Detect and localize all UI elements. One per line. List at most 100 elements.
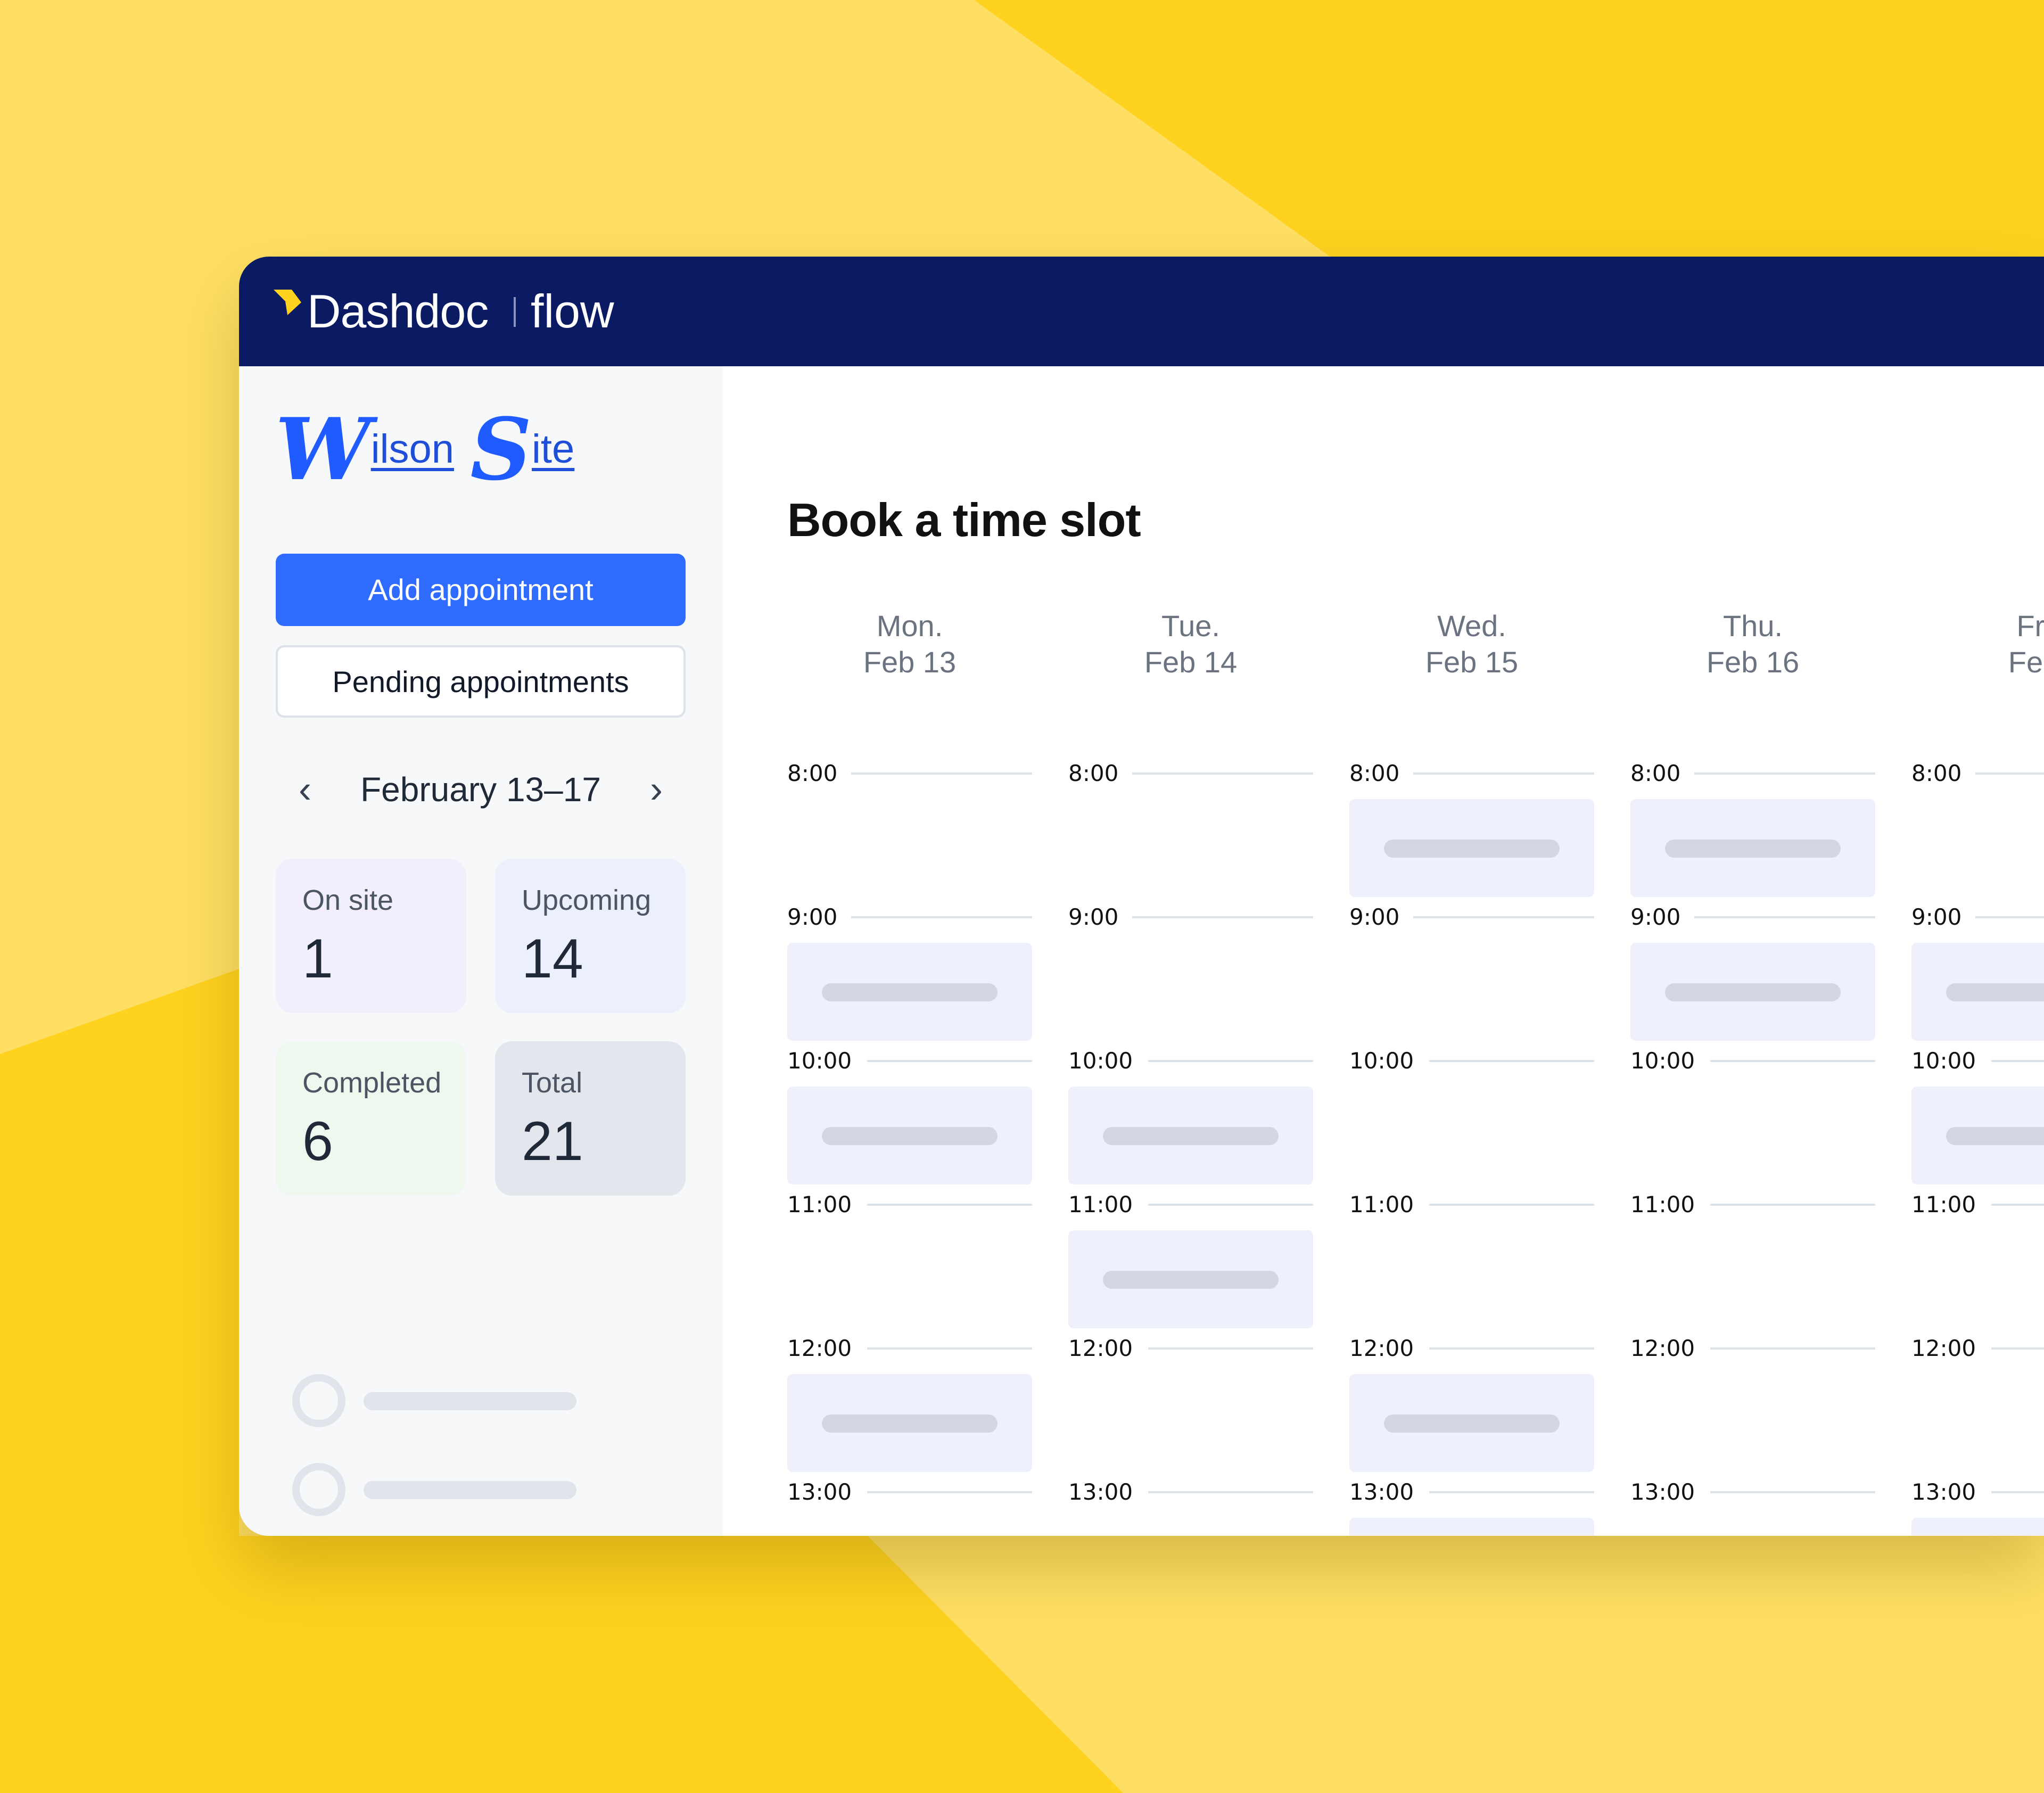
hour-label: 12:00	[1068, 1335, 1133, 1361]
placeholder-circle-icon	[292, 1374, 345, 1427]
slot-placeholder-bar	[1103, 1127, 1279, 1145]
time-slot[interactable]	[1630, 799, 1875, 897]
day-name: Fri	[2016, 609, 2044, 643]
stat-value: 6	[302, 1111, 333, 1172]
hour-divider	[1991, 1204, 2044, 1206]
slot-placeholder-bar	[822, 983, 998, 1001]
hour-divider	[1413, 916, 1594, 918]
chevron-left-icon[interactable]: ‹	[276, 760, 334, 819]
day-column-header: FriFeb	[1911, 608, 2044, 680]
brand-name[interactable]: Dashdoc	[307, 282, 489, 341]
hour-label: 10:00	[1068, 1048, 1133, 1074]
hour-label: 9:00	[1068, 904, 1119, 930]
time-slot[interactable]	[1911, 943, 2044, 1041]
day-date: Feb 14	[1144, 645, 1238, 679]
time-slot[interactable]	[787, 1374, 1032, 1472]
hour-label: 12:00	[787, 1335, 852, 1361]
hour-row: 12:00	[1911, 1333, 2044, 1364]
slot-placeholder-bar	[1665, 840, 1841, 858]
time-slot[interactable]	[1349, 1518, 1594, 1536]
hour-row: 8:00	[1349, 758, 1594, 789]
day-name: Mon.	[876, 609, 943, 643]
hour-label: 9:00	[1349, 904, 1400, 930]
hour-row: 9:00	[787, 901, 1032, 933]
time-slot[interactable]	[787, 943, 1032, 1041]
site-logo-s-rest: ite	[532, 426, 575, 472]
hour-label: 13:00	[1911, 1479, 1976, 1505]
hour-label: 12:00	[1349, 1335, 1414, 1361]
hour-row: 10:00	[1349, 1045, 1594, 1077]
hour-divider	[851, 916, 1032, 918]
hour-row: 13:00	[1630, 1476, 1875, 1508]
sidebar: Wilson Site Add appointment Pending appo…	[239, 366, 723, 1536]
hour-label: 12:00	[1911, 1335, 1976, 1361]
product-name: flow	[531, 285, 614, 338]
time-slot[interactable]	[1349, 799, 1594, 897]
hour-row: 11:00	[1349, 1189, 1594, 1221]
hour-divider	[1132, 916, 1313, 918]
hour-row: 11:00	[1911, 1189, 2044, 1221]
hour-row: 11:00	[1068, 1189, 1313, 1221]
day-name: Tue.	[1161, 609, 1220, 643]
hour-label: 13:00	[787, 1479, 852, 1505]
hour-label: 8:00	[1630, 760, 1681, 786]
stat-card-completed[interactable]: Completed 6	[276, 1041, 466, 1196]
hour-row: 13:00	[787, 1476, 1032, 1508]
hour-divider	[867, 1204, 1032, 1206]
chevron-right-icon[interactable]: ›	[627, 760, 686, 819]
placeholder-bar	[364, 1481, 576, 1499]
brand-chevron-icon	[274, 290, 301, 315]
time-slot[interactable]	[1911, 1087, 2044, 1185]
hour-row: 13:00	[1068, 1476, 1313, 1508]
hour-row: 9:00	[1630, 901, 1875, 933]
time-slot[interactable]	[1068, 1087, 1313, 1185]
site-logo-w-initial: W	[275, 399, 371, 499]
time-slot[interactable]	[787, 1087, 1032, 1185]
hour-label: 10:00	[787, 1048, 852, 1074]
day-name: Thu.	[1722, 609, 1783, 643]
add-appointment-button[interactable]: Add appointment	[276, 554, 686, 626]
hour-label: 9:00	[1630, 904, 1681, 930]
hour-divider	[1991, 1060, 2044, 1062]
day-column-header: Wed. Feb 15	[1349, 608, 1594, 680]
site-logo-s-initial: S	[470, 399, 532, 499]
stat-card-on-site[interactable]: On site 1	[276, 859, 466, 1013]
hour-divider	[867, 1491, 1032, 1493]
hour-label: 11:00	[1349, 1191, 1414, 1218]
time-slot[interactable]	[1630, 943, 1875, 1041]
day-column-header: Tue. Feb 14	[1068, 608, 1313, 680]
stat-card-upcoming[interactable]: Upcoming 14	[495, 859, 686, 1013]
day-date: Feb 15	[1425, 645, 1519, 679]
stat-label: On site	[302, 884, 394, 916]
time-slot[interactable]	[1349, 1374, 1594, 1472]
time-slot[interactable]	[1068, 1230, 1313, 1328]
hour-label: 13:00	[1068, 1479, 1133, 1505]
hour-divider	[1694, 772, 1875, 775]
stat-card-total[interactable]: Total 21	[495, 1041, 686, 1196]
week-range-label: February 13–17	[360, 770, 601, 809]
day-column-header: Thu. Feb 16	[1630, 608, 1875, 680]
hour-row: 10:00	[1068, 1045, 1313, 1077]
stat-label: Total	[522, 1067, 583, 1099]
hour-label: 11:00	[1630, 1191, 1695, 1218]
hour-divider	[1413, 772, 1594, 775]
list-item-placeholder	[292, 1463, 612, 1516]
hour-row: 8:00	[1068, 758, 1313, 789]
hour-divider	[867, 1060, 1032, 1062]
hour-row: 11:00	[787, 1189, 1032, 1221]
hour-divider	[1148, 1204, 1313, 1206]
page-title: Book a time slot	[787, 494, 1141, 546]
hour-label: 9:00	[787, 904, 838, 930]
hour-row: 10:00	[1911, 1045, 2044, 1077]
pending-appointments-button[interactable]: Pending appointments	[276, 645, 686, 718]
placeholder-bar	[364, 1392, 576, 1410]
stat-value: 1	[302, 928, 333, 990]
hour-label: 11:00	[1068, 1191, 1133, 1218]
time-slot[interactable]	[1911, 1518, 2044, 1536]
hour-divider	[1710, 1347, 1875, 1350]
hour-divider	[1148, 1491, 1313, 1493]
hour-row: 9:00	[1068, 901, 1313, 933]
hour-divider	[1710, 1491, 1875, 1493]
hour-row: 12:00	[1630, 1333, 1875, 1364]
hour-label: 10:00	[1911, 1048, 1976, 1074]
